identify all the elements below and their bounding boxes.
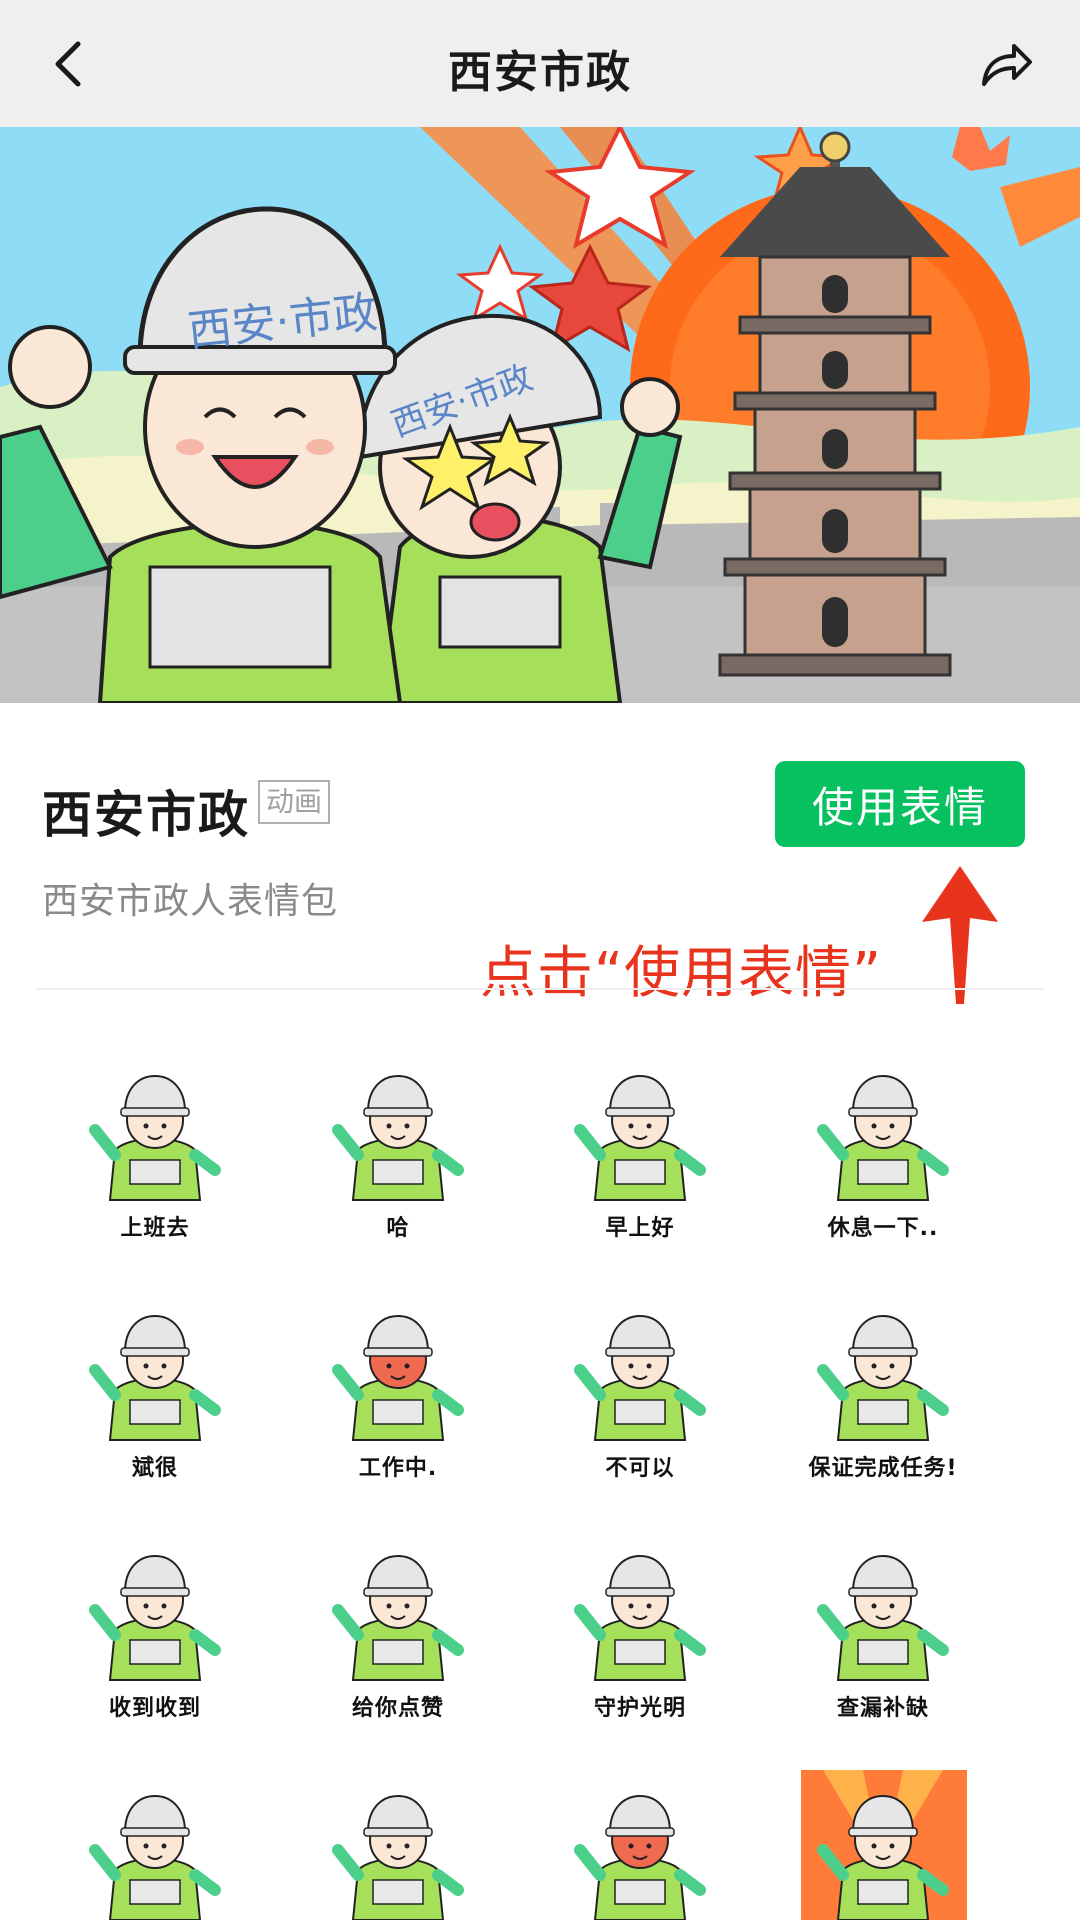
- share-button[interactable]: [976, 36, 1036, 92]
- pack-description: 西安市政人表情包: [42, 881, 339, 922]
- worker-cartoon-image: [574, 1794, 706, 1920]
- sticker-item[interactable]: 收到收到: [55, 1530, 255, 1730]
- sticker-item[interactable]: 天然气: [298, 1770, 498, 1920]
- share-arrow-icon: [982, 44, 1032, 86]
- annotation-text: 点击“使用表情”: [480, 941, 883, 1006]
- sticker-caption: 给你点赞: [351, 1696, 444, 1721]
- animated-badge: 动画: [258, 780, 331, 824]
- sticker-pack-banner: 西安·市政 西安·市政: [0, 127, 1080, 703]
- sticker-item[interactable]: [783, 1770, 983, 1920]
- sticker-caption: 查漏补缺: [836, 1696, 929, 1721]
- sticker-caption: 上班去: [120, 1216, 190, 1241]
- divider: [36, 988, 1044, 990]
- sticker-item[interactable]: 休息一下..: [783, 1050, 983, 1250]
- sticker-caption: 哈: [386, 1216, 410, 1241]
- sticker-item[interactable]: 斌很: [55, 1290, 255, 1490]
- red-up-arrow-icon: [922, 866, 998, 1004]
- sticker-item[interactable]: 早上好: [540, 1050, 740, 1250]
- sticker-caption: 保证完成任务!: [808, 1456, 958, 1481]
- worker-cartoon-image: [801, 1770, 967, 1920]
- sticker-item[interactable]: 哈: [298, 1050, 498, 1250]
- page-title: 西安市政: [448, 47, 632, 98]
- sticker-item[interactable]: 守护光明: [540, 1530, 740, 1730]
- pack-name: 西安市政: [42, 786, 250, 844]
- sticker-caption: 守护光明: [593, 1696, 686, 1721]
- worker-cartoon-image: [89, 1794, 221, 1920]
- sticker-caption: 工作中.: [358, 1456, 438, 1481]
- sticker-item[interactable]: [540, 1770, 740, 1920]
- sticker-item[interactable]: 保证完成任务!: [783, 1290, 983, 1490]
- sticker-caption: 收到收到: [108, 1696, 201, 1721]
- sticker-item[interactable]: 不可以: [540, 1290, 740, 1490]
- sticker-caption: 早上好: [605, 1216, 675, 1241]
- sticker-item[interactable]: 排水保: [55, 1770, 255, 1920]
- worker-cartoon-image: [332, 1794, 464, 1920]
- sticker-caption: 休息一下..: [827, 1216, 939, 1241]
- banner-illustration: 西安·市政 西安·市政: [0, 127, 1080, 703]
- sticker-caption: 不可以: [605, 1456, 675, 1481]
- sticker-caption: 斌很: [131, 1456, 178, 1481]
- use-sticker-button[interactable]: 使用表情: [775, 761, 1025, 847]
- sticker-item[interactable]: 给你点赞: [298, 1530, 498, 1730]
- top-nav-bar: 西安市政: [0, 0, 1080, 127]
- sticker-item[interactable]: 工作中.: [298, 1290, 498, 1490]
- sticker-item[interactable]: 查漏补缺: [783, 1530, 983, 1730]
- sticker-item[interactable]: 上班去: [55, 1050, 255, 1250]
